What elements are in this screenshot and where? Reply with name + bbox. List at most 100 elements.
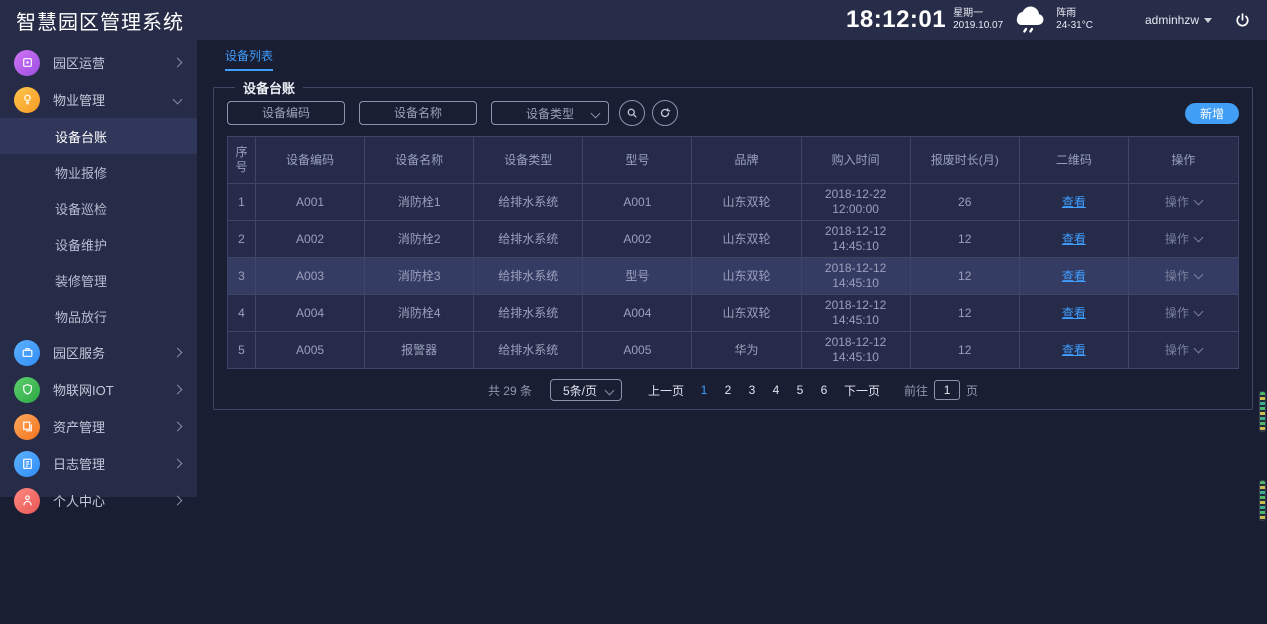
page-number[interactable]: 3 (740, 383, 764, 397)
page-number[interactable]: 6 (812, 383, 836, 397)
chevron-right-icon (173, 496, 183, 506)
date: 2019.10.07 (953, 20, 1003, 32)
sidebar-item-label: 资产管理 (53, 417, 174, 436)
weather-block: 阵雨 24-31°C (1056, 8, 1093, 32)
action-dropdown[interactable]: 操作 (1165, 232, 1202, 247)
sidebar-subitem-decoration-management[interactable]: 装修管理 (0, 262, 197, 298)
sidebar-item-property-management[interactable]: 物业管理 (0, 81, 197, 118)
shield-icon (14, 377, 40, 403)
cell-code: A002 (256, 221, 365, 257)
col-name: 设备名称 (365, 137, 474, 183)
action-dropdown[interactable]: 操作 (1165, 195, 1202, 210)
goto-label: 前往 (904, 382, 928, 399)
next-page-button[interactable]: 下一页 (844, 382, 880, 399)
cell-model: A005 (583, 332, 692, 368)
device-type-select[interactable]: 设备类型 (491, 101, 609, 125)
refresh-button[interactable] (652, 100, 678, 126)
sidebar-item-park-service[interactable]: 园区服务 (0, 334, 197, 371)
lightbulb-icon (14, 87, 40, 113)
table-row: 5 A005 报警器 给排水系统 A005 华为 2018-12-12 14:4… (228, 331, 1238, 368)
sidebar-item-label: 园区服务 (53, 343, 174, 362)
cell-purchase-time: 2018-12-12 14:45:10 (802, 258, 911, 294)
device-name-input[interactable] (359, 101, 477, 125)
chevron-down-icon (605, 386, 615, 396)
col-scrap-months: 报废时长(月) (911, 137, 1020, 183)
chevron-right-icon (173, 459, 183, 469)
sidebar-subitem-device-maintenance[interactable]: 设备维护 (0, 226, 197, 262)
view-qrcode-link[interactable]: 查看 (1062, 306, 1086, 321)
cell-name: 报警器 (365, 332, 474, 368)
sidebar-item-asset-management[interactable]: 资产管理 (0, 408, 197, 445)
page-number[interactable]: 2 (716, 383, 740, 397)
cell-type: 给排水系统 (474, 184, 583, 220)
sidebar-item-park-operation[interactable]: 园区运营 (0, 44, 197, 81)
power-button[interactable] (1234, 12, 1251, 29)
panel-title: 设备台账 (235, 78, 303, 97)
table-row: 1 A001 消防栓1 给排水系统 A001 山东双轮 2018-12-22 1… (228, 183, 1238, 220)
col-index: 序号 (228, 137, 256, 183)
sidebar: 园区运营 物业管理 设备台账 物业报修 设备巡检 设备维护 装修管理 物品放行 … (0, 40, 197, 497)
scroll-marker (1259, 480, 1266, 521)
action-dropdown[interactable]: 操作 (1165, 269, 1202, 284)
sidebar-subitem-device-inspection[interactable]: 设备巡检 (0, 190, 197, 226)
action-dropdown[interactable]: 操作 (1165, 306, 1202, 321)
cell-scrap-months: 26 (911, 184, 1020, 220)
table-row: 2 A002 消防栓2 给排水系统 A002 山东双轮 2018-12-12 1… (228, 220, 1238, 257)
goto-page: 前往 页 (904, 380, 978, 400)
tab-device-list[interactable]: 设备列表 (225, 47, 273, 71)
cell-type: 给排水系统 (474, 258, 583, 294)
cell-brand: 山东双轮 (692, 258, 801, 294)
col-brand: 品牌 (692, 137, 801, 183)
cell-model: A004 (583, 295, 692, 331)
col-qrcode: 二维码 (1020, 137, 1129, 183)
view-qrcode-link[interactable]: 查看 (1062, 232, 1086, 247)
page-numbers: 1 2 3 4 5 6 (692, 383, 836, 397)
sidebar-item-label: 园区运营 (53, 53, 174, 72)
page-number[interactable]: 4 (764, 383, 788, 397)
chevron-down-icon (1193, 270, 1203, 280)
caret-down-icon (1204, 18, 1212, 23)
cell-brand: 山东双轮 (692, 221, 801, 257)
table-row: 4 A004 消防栓4 给排水系统 A004 山东双轮 2018-12-12 1… (228, 294, 1238, 331)
documents-icon (14, 414, 40, 440)
sidebar-item-log-management[interactable]: 日志管理 (0, 445, 197, 482)
prev-page-button[interactable]: 上一页 (648, 382, 684, 399)
search-button[interactable] (619, 100, 645, 126)
view-qrcode-link[interactable]: 查看 (1062, 269, 1086, 284)
device-table: 序号 设备编码 设备名称 设备类型 型号 品牌 购入时间 报废时长(月) 二维码… (227, 136, 1239, 369)
cell-scrap-months: 12 (911, 221, 1020, 257)
header-right: 18:12:01 星期一 2019.10.07 阵雨 24-31°C admin… (846, 5, 1267, 35)
person-icon (14, 488, 40, 514)
cell-index: 3 (228, 258, 256, 294)
user-menu[interactable]: adminhzw (1145, 13, 1212, 27)
action-dropdown[interactable]: 操作 (1165, 343, 1202, 358)
cell-scrap-months: 12 (911, 258, 1020, 294)
sidebar-subitem-device-ledger[interactable]: 设备台账 (0, 118, 197, 154)
page-number[interactable]: 1 (692, 383, 716, 397)
pagination: 共 29 条 5条/页 上一页 1 2 3 4 5 6 下一页 前往 页 (227, 378, 1239, 402)
page-number[interactable]: 5 (788, 383, 812, 397)
cell-name: 消防栓2 (365, 221, 474, 257)
cell-name: 消防栓3 (365, 258, 474, 294)
cell-brand: 山东双轮 (692, 184, 801, 220)
device-code-input[interactable] (227, 101, 345, 125)
sidebar-subitem-property-repair[interactable]: 物业报修 (0, 154, 197, 190)
chevron-down-icon (1193, 196, 1203, 206)
view-qrcode-link[interactable]: 查看 (1062, 195, 1086, 210)
cell-scrap-months: 12 (911, 295, 1020, 331)
sidebar-item-iot[interactable]: 物联网IOT (0, 371, 197, 408)
sidebar-item-label: 个人中心 (53, 491, 174, 510)
table-row-highlighted: 3 A003 消防栓3 给排水系统 型号 山东双轮 2018-12-12 14:… (228, 257, 1238, 294)
clipboard-icon (14, 451, 40, 477)
view-qrcode-link[interactable]: 查看 (1062, 343, 1086, 358)
add-button[interactable]: 新增 (1185, 103, 1239, 124)
weather-cloud-icon (1011, 5, 1049, 35)
search-icon (626, 107, 638, 119)
search-toolbar: 设备类型 新增 (227, 100, 1239, 126)
chevron-down-icon (1193, 344, 1203, 354)
sidebar-item-personal-center[interactable]: 个人中心 (0, 482, 197, 519)
sidebar-subitem-item-release[interactable]: 物品放行 (0, 298, 197, 334)
page-size-select[interactable]: 5条/页 (550, 379, 622, 401)
goto-page-input[interactable] (934, 380, 960, 400)
goto-suffix: 页 (966, 382, 978, 399)
